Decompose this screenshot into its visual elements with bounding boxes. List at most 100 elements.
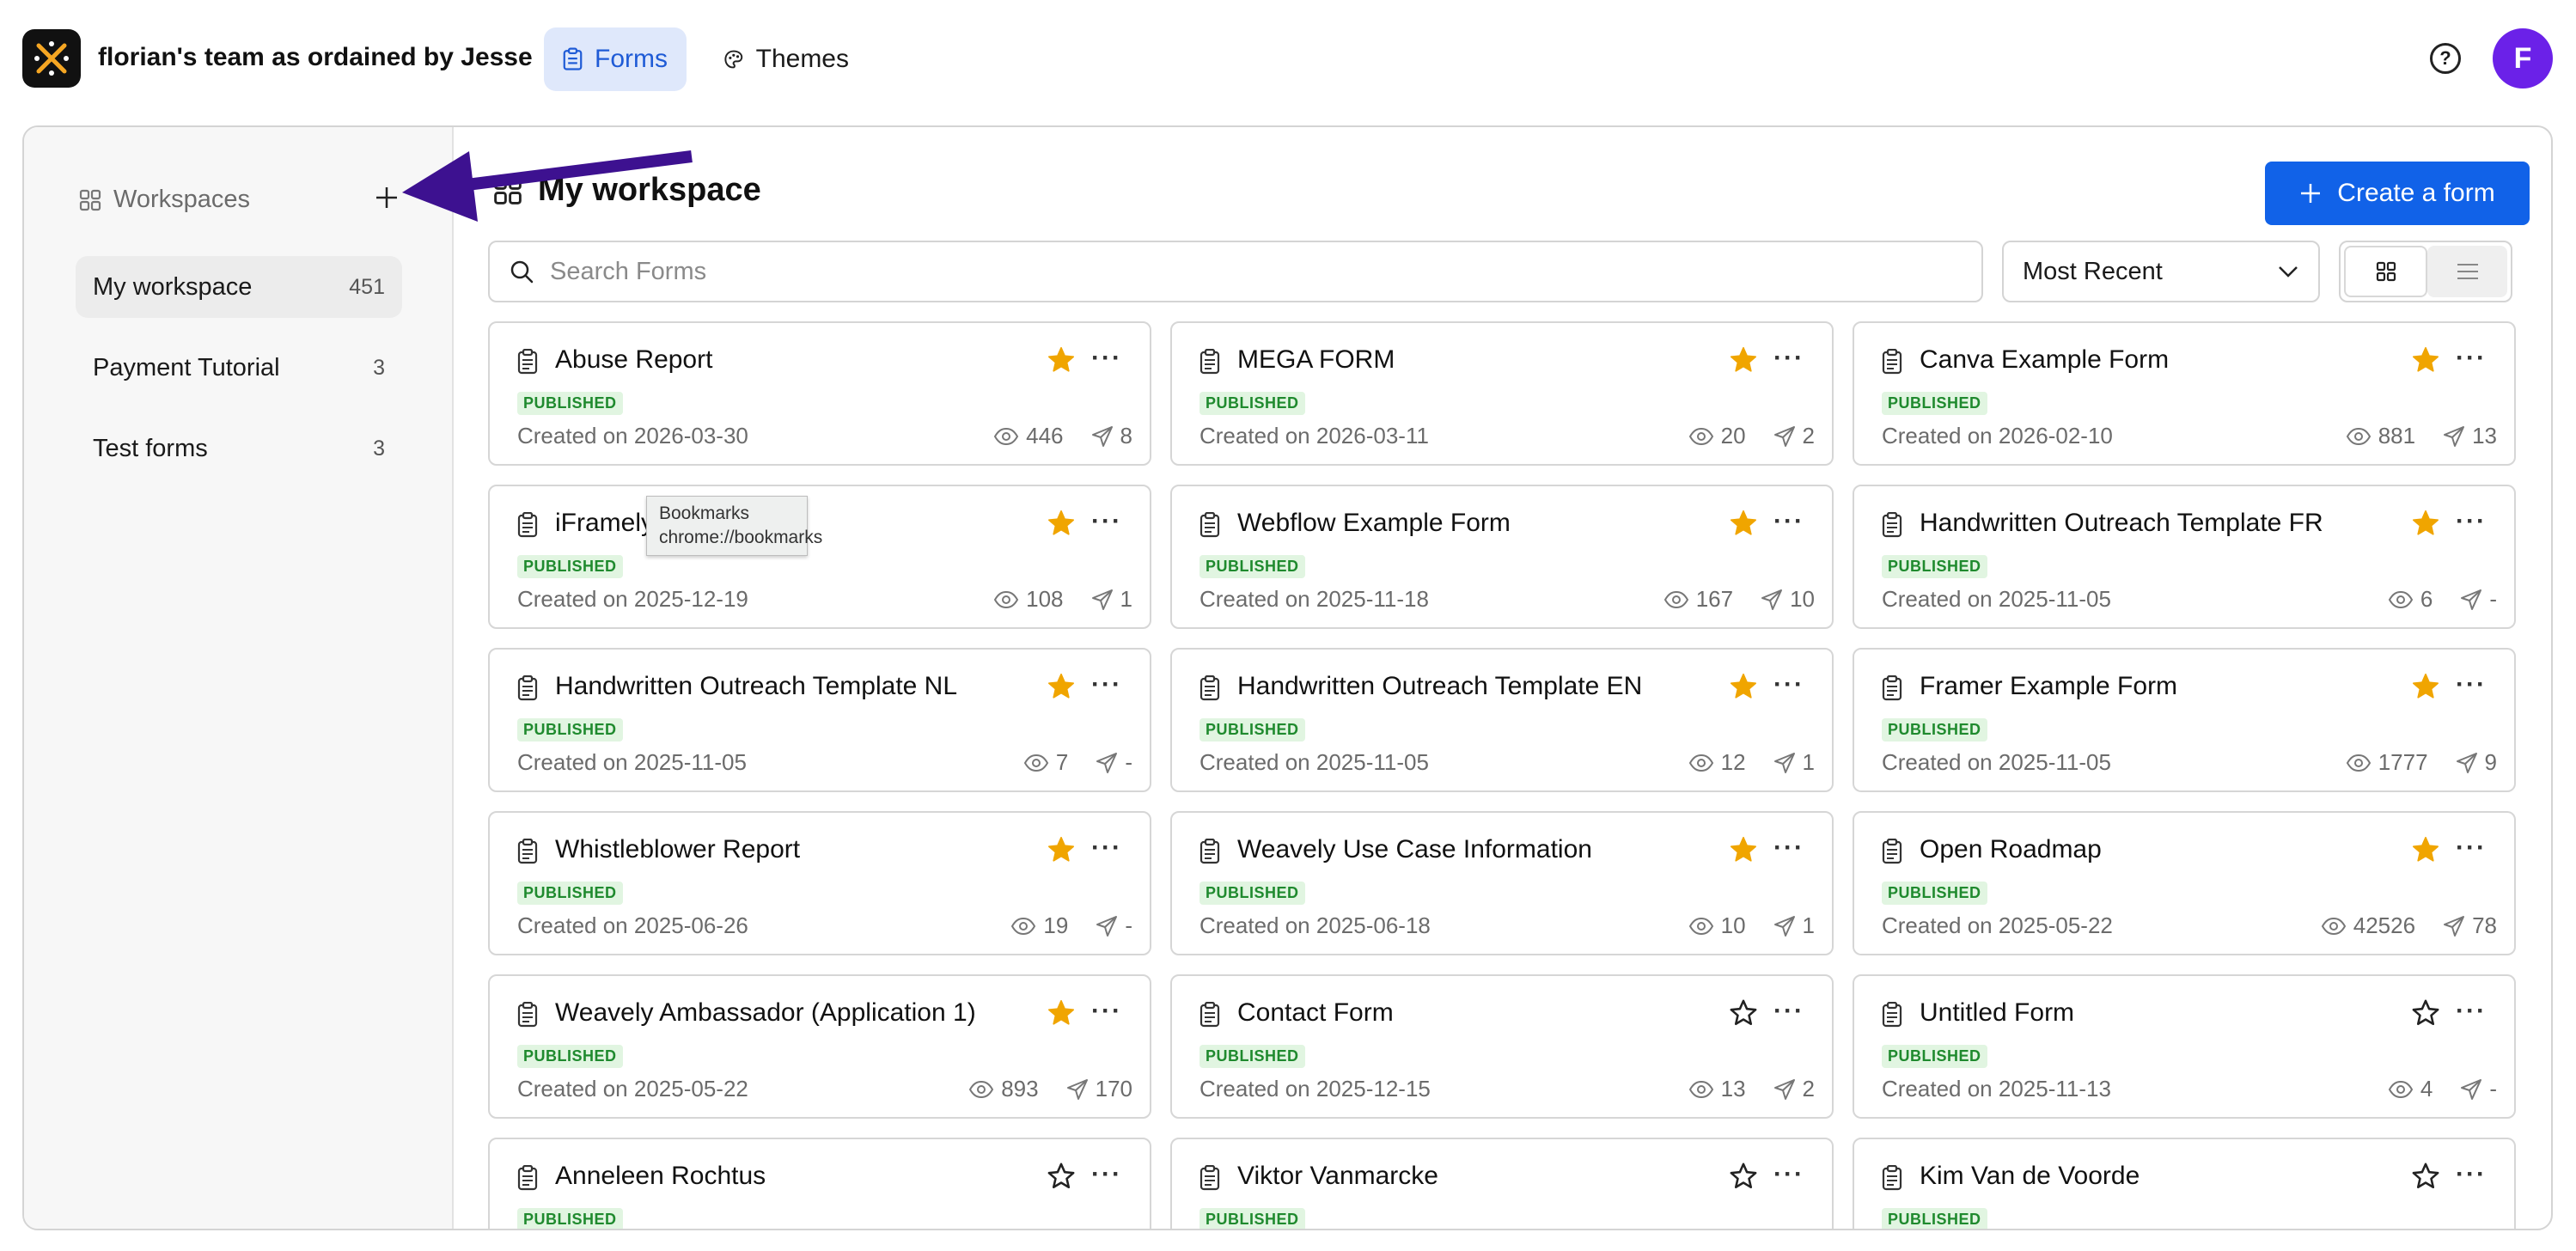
form-card[interactable]: Kim Van de Voorde ··· PUBLISHED	[1853, 1138, 2516, 1229]
sidebar-item-payment-tutorial[interactable]: Payment Tutorial 3	[76, 337, 402, 399]
form-title[interactable]: Handwritten Outreach Template FR	[1920, 509, 2323, 538]
form-title[interactable]: MEGA FORM	[1237, 345, 1395, 375]
more-options-button[interactable]: ···	[2456, 997, 2487, 1026]
form-title[interactable]: Webflow Example Form	[1237, 509, 1511, 538]
list-view-button[interactable]	[2427, 246, 2507, 297]
tab-themes-label: Themes	[755, 45, 849, 73]
more-options-button[interactable]: ···	[1091, 344, 1122, 373]
more-options-button[interactable]: ···	[1091, 507, 1122, 536]
favorite-toggle[interactable]	[2411, 835, 2440, 869]
form-card[interactable]: Viktor Vanmarcke ··· PUBLISHED	[1170, 1138, 1834, 1229]
sidebar-item-test-forms[interactable]: Test forms 3	[76, 418, 402, 479]
view-count: 6	[2420, 586, 2433, 612]
favorite-toggle[interactable]	[2411, 672, 2440, 705]
favorite-toggle[interactable]	[1047, 345, 1076, 379]
more-options-button[interactable]: ···	[1773, 507, 1804, 536]
response-count: 9	[2484, 749, 2497, 775]
favorite-toggle[interactable]	[2411, 509, 2440, 542]
more-options-button[interactable]: ···	[1091, 1160, 1122, 1189]
form-title[interactable]: Anneleen Rochtus	[555, 1162, 766, 1191]
form-title[interactable]: Kim Van de Voorde	[1920, 1162, 2140, 1191]
form-card[interactable]: Anneleen Rochtus ··· PUBLISHED	[488, 1138, 1151, 1229]
tab-themes[interactable]: Themes	[705, 27, 868, 91]
search-input[interactable]	[550, 257, 1925, 286]
form-card[interactable]: Canva Example Form ··· PUBLISHED Created on…	[1853, 321, 2516, 466]
form-title[interactable]: Canva Example Form	[1920, 345, 2169, 375]
form-title[interactable]: Framer Example Form	[1920, 672, 2177, 701]
favorite-toggle[interactable]	[1729, 835, 1758, 869]
team-name[interactable]: florian's team as ordained by Jesse	[98, 43, 533, 72]
form-card[interactable]: Handwritten Outreach Template NL ··· PUBLI…	[488, 648, 1151, 792]
more-options-button[interactable]: ···	[1773, 1160, 1804, 1189]
more-options-button[interactable]: ···	[1091, 997, 1122, 1026]
create-form-button[interactable]: Create a form	[2265, 162, 2530, 225]
form-icon	[1199, 1001, 1220, 1032]
form-title[interactable]: Abuse Report	[555, 345, 712, 375]
more-options-button[interactable]: ···	[1773, 833, 1804, 863]
response-count: -	[2489, 1076, 2497, 1101]
form-card[interactable]: iFramely ··· PUBLISHED Created on 2025-12-1…	[488, 485, 1151, 629]
favorite-toggle[interactable]	[1047, 835, 1076, 869]
form-title[interactable]: iFramely	[555, 509, 654, 538]
favorite-toggle[interactable]	[2411, 998, 2440, 1032]
help-icon[interactable]: ?	[2430, 43, 2461, 74]
favorite-toggle[interactable]	[1729, 345, 1758, 379]
form-card[interactable]: Contact Form ··· PUBLISHED Created on 2025-…	[1170, 974, 1834, 1119]
form-card[interactable]: Handwritten Outreach Template EN ··· PUBLI…	[1170, 648, 1834, 792]
favorite-toggle[interactable]	[1047, 1162, 1076, 1195]
sidebar-item-my-workspace[interactable]: My workspace 451	[76, 256, 402, 318]
favorite-toggle[interactable]	[1729, 1162, 1758, 1195]
grid-view-button[interactable]	[2344, 246, 2427, 297]
star-outline-icon	[2412, 999, 2439, 1026]
favorite-toggle[interactable]	[1047, 509, 1076, 542]
more-options-button[interactable]: ···	[2456, 833, 2487, 863]
form-title[interactable]: Weavely Ambassador (Application 1)	[555, 998, 976, 1028]
form-card[interactable]: Abuse Report ··· PUBLISHED Created on 2026-…	[488, 321, 1151, 466]
chevron-down-icon	[2279, 266, 2298, 278]
view-count: 20	[1720, 423, 1746, 449]
form-card[interactable]: Weavely Use Case Information ··· PUBLISHED…	[1170, 811, 1834, 955]
form-title[interactable]: Weavely Use Case Information	[1237, 835, 1592, 864]
avatar[interactable]: F	[2493, 28, 2553, 88]
form-stats: 4-	[2388, 1076, 2497, 1102]
favorite-toggle[interactable]	[1729, 672, 1758, 705]
form-title[interactable]: Viktor Vanmarcke	[1237, 1162, 1438, 1191]
more-options-button[interactable]: ···	[1773, 344, 1804, 373]
form-title[interactable]: Handwritten Outreach Template EN	[1237, 672, 1642, 701]
form-title[interactable]: Whistleblower Report	[555, 835, 800, 864]
favorite-toggle[interactable]	[1729, 998, 1758, 1032]
favorite-toggle[interactable]	[2411, 1162, 2440, 1195]
form-card[interactable]: Framer Example Form ··· PUBLISHED Created o…	[1853, 648, 2516, 792]
app-logo[interactable]	[22, 29, 81, 88]
form-title[interactable]: Handwritten Outreach Template NL	[555, 672, 957, 701]
status-badge: PUBLISHED	[517, 1208, 623, 1229]
form-card[interactable]: Whistleblower Report ··· PUBLISHED Created …	[488, 811, 1151, 955]
send-icon	[1773, 752, 1795, 773]
favorite-toggle[interactable]	[1729, 509, 1758, 542]
more-options-button[interactable]: ···	[2456, 344, 2487, 373]
tab-forms[interactable]: Forms	[544, 27, 687, 91]
more-options-button[interactable]: ···	[2456, 507, 2487, 536]
sidebar-item-label: Test forms	[93, 434, 208, 462]
palette-icon	[724, 50, 743, 69]
sort-select[interactable]: Most Recent	[2002, 241, 2320, 302]
form-title[interactable]: Untitled Form	[1920, 998, 2074, 1028]
more-options-button[interactable]: ···	[2456, 670, 2487, 699]
favorite-toggle[interactable]	[2411, 345, 2440, 379]
form-title[interactable]: Open Roadmap	[1920, 835, 2102, 864]
form-card[interactable]: Handwritten Outreach Template FR ··· PUBLI…	[1853, 485, 2516, 629]
form-card[interactable]: Untitled Form ··· PUBLISHED Created on 2025…	[1853, 974, 2516, 1119]
form-card[interactable]: MEGA FORM ··· PUBLISHED Created on 2026-03-…	[1170, 321, 1834, 466]
more-options-button[interactable]: ···	[1773, 997, 1804, 1026]
favorite-toggle[interactable]	[1047, 998, 1076, 1032]
form-card[interactable]: Weavely Ambassador (Application 1) ··· PUB…	[488, 974, 1151, 1119]
favorite-toggle[interactable]	[1047, 672, 1076, 705]
more-options-button[interactable]: ···	[2456, 1160, 2487, 1189]
form-card[interactable]: Open Roadmap ··· PUBLISHED Created on 2025-…	[1853, 811, 2516, 955]
more-options-button[interactable]: ···	[1773, 670, 1804, 699]
form-title[interactable]: Contact Form	[1237, 998, 1394, 1028]
view-count: 10	[1720, 912, 1746, 938]
more-options-button[interactable]: ···	[1091, 670, 1122, 699]
form-card[interactable]: Webflow Example Form ··· PUBLISHED Created …	[1170, 485, 1834, 629]
more-options-button[interactable]: ···	[1091, 833, 1122, 863]
